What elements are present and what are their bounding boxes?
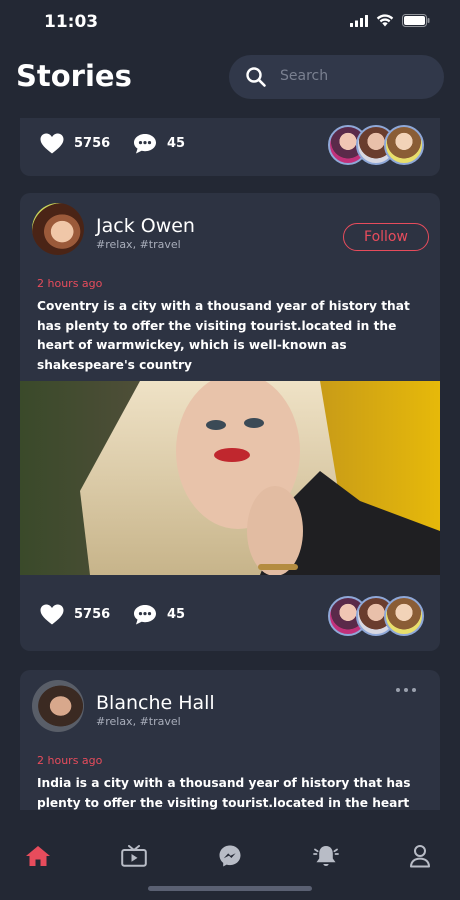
card-stats: 5756 45 xyxy=(20,591,440,641)
profile-icon xyxy=(410,845,430,868)
bell-icon xyxy=(313,846,339,867)
post-tags: #relax, #travel xyxy=(96,715,181,728)
comment-icon xyxy=(134,134,156,154)
post-image[interactable] xyxy=(20,381,440,575)
home-icon xyxy=(26,846,50,866)
status-time: 11:03 xyxy=(44,12,99,32)
reactor-avatars[interactable] xyxy=(328,125,424,165)
status-icons xyxy=(350,14,430,27)
heart-icon xyxy=(40,133,64,154)
card-stats: 5756 45 xyxy=(20,120,440,170)
author-avatar[interactable] xyxy=(32,203,84,255)
post-time: 2 hours ago xyxy=(37,754,103,767)
tab-notifications[interactable] xyxy=(312,844,340,868)
tab-videos[interactable] xyxy=(120,844,148,868)
story-card: Jack Owen #relax, #travel Follow 2 hours… xyxy=(20,193,440,651)
follow-button[interactable]: Follow xyxy=(343,223,429,251)
tab-home[interactable] xyxy=(24,844,52,868)
messenger-icon xyxy=(219,845,241,867)
tv-icon xyxy=(121,845,147,867)
like-button[interactable]: 5756 xyxy=(40,133,110,154)
avatar xyxy=(384,125,424,165)
more-options-icon[interactable] xyxy=(396,688,416,694)
author-avatar[interactable] xyxy=(32,680,84,732)
post-text: India is a city with a thousand year of … xyxy=(37,776,411,810)
heart-icon xyxy=(40,604,64,625)
search-placeholder: Search xyxy=(280,68,329,84)
portrait-photo xyxy=(20,381,440,575)
tab-profile[interactable] xyxy=(406,844,434,868)
post-tags: #relax, #travel xyxy=(96,238,181,251)
search-icon xyxy=(246,67,266,87)
reactor-avatars[interactable] xyxy=(328,596,424,636)
comment-button[interactable]: 45 xyxy=(133,604,185,625)
search-input[interactable]: Search xyxy=(229,55,444,99)
wifi-icon xyxy=(376,14,394,27)
header: Stories Search xyxy=(0,55,460,101)
avatar xyxy=(384,596,424,636)
post-time: 2 hours ago xyxy=(37,277,103,290)
author-name[interactable]: Jack Owen xyxy=(96,215,195,237)
battery-icon xyxy=(402,14,430,27)
signal-icon xyxy=(350,14,368,27)
story-card-partial: 5756 45 xyxy=(20,118,440,176)
story-card: Blanche Hall #relax, #travel 2 hours ago… xyxy=(20,670,440,810)
story-feed[interactable]: 5756 45 Jack Owen #relax, #travel Follow… xyxy=(0,118,460,810)
comment-icon xyxy=(134,605,156,625)
like-button[interactable]: 5756 xyxy=(40,604,110,625)
comment-button[interactable]: 45 xyxy=(133,133,185,154)
comment-count: 45 xyxy=(167,607,186,622)
tab-messages[interactable] xyxy=(216,844,244,868)
home-indicator xyxy=(148,886,312,891)
status-bar: 11:03 xyxy=(0,0,460,46)
comment-count: 45 xyxy=(167,136,186,151)
author-name[interactable]: Blanche Hall xyxy=(96,692,215,714)
like-count: 5756 xyxy=(74,607,111,622)
post-text: Coventry is a city with a thousand year … xyxy=(37,299,410,372)
page-title: Stories xyxy=(16,59,132,93)
like-count: 5756 xyxy=(74,136,111,151)
